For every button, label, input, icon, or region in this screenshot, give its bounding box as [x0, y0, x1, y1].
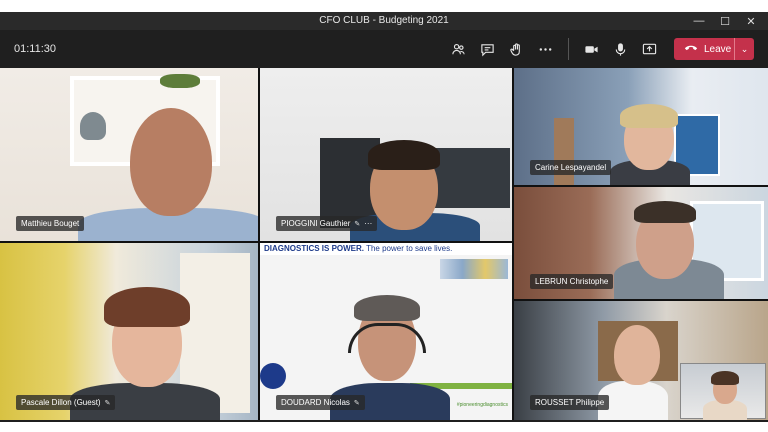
participant-name: LEBRUN Christophe: [535, 277, 609, 286]
participant-name-tag: Matthieu Bouget: [16, 216, 85, 231]
participant-name: DOUDARD Nicolas: [281, 398, 350, 407]
video-tile[interactable]: DIAGNOSTICS IS POWER. The power to save …: [260, 243, 512, 420]
participant-name-tag: DOUDARD Nicolas ✎: [276, 395, 365, 410]
video-tile[interactable]: Matthieu Bouget: [0, 68, 258, 241]
close-button[interactable]: ✕: [738, 12, 764, 30]
video-tile[interactable]: ROUSSET Philippe: [514, 301, 768, 420]
meeting-toolbar: 01:11:30 Leave ⌄: [0, 30, 768, 68]
teams-window: CFO CLUB - Budgeting 2021 — ☐ ✕ 01:11:30: [0, 12, 768, 422]
chat-icon[interactable]: [473, 36, 502, 62]
toolbar-divider: [568, 38, 569, 60]
maximize-button[interactable]: ☐: [712, 12, 738, 30]
video-tile[interactable]: Carine Lespayandel: [514, 68, 768, 185]
leave-main[interactable]: Leave: [674, 38, 734, 60]
window-title: CFO CLUB - Budgeting 2021: [319, 15, 449, 26]
leave-label: Leave: [704, 43, 732, 55]
participants-icon[interactable]: [444, 36, 473, 62]
video-background: [0, 243, 258, 420]
person-hair: [620, 104, 678, 128]
raise-hand-icon[interactable]: [502, 36, 531, 62]
meeting-timer: 01:11:30: [14, 43, 57, 55]
minimize-button[interactable]: —: [686, 12, 712, 30]
person-head: [614, 325, 660, 385]
share-screen-icon[interactable]: [635, 36, 664, 62]
video-tile[interactable]: LEBRUN Christophe: [514, 187, 768, 299]
camera-icon[interactable]: [577, 36, 606, 62]
video-background: DIAGNOSTICS IS POWER. The power to save …: [260, 243, 512, 420]
participant-name: Carine Lespayandel: [535, 163, 607, 172]
shelf-plant: [160, 74, 200, 88]
shared-banner: DIAGNOSTICS IS POWER. The power to save …: [260, 243, 512, 255]
video-grid: Matthieu Bouget PIOGGINI Gauthier ✎ ···: [0, 68, 768, 420]
more-options-icon[interactable]: [531, 36, 560, 62]
mic-muted-icon: ✎: [354, 220, 361, 228]
participant-name-tag: PIOGGINI Gauthier ✎ ···: [276, 216, 378, 231]
person-hair: [104, 287, 190, 327]
participant-name-tag: Pascale Dillon (Guest) ✎: [16, 395, 116, 410]
participant-name: Pascale Dillon (Guest): [21, 398, 101, 407]
banner-hashtag: #pioneeringdiagnostics: [456, 402, 508, 408]
person-hair: [634, 201, 696, 223]
hang-up-icon: [684, 43, 698, 55]
person-hair: [354, 295, 420, 321]
participant-name: ROUSSET Philippe: [535, 398, 605, 407]
shelf-vase: [80, 112, 106, 140]
participant-more-icon[interactable]: ···: [364, 219, 372, 228]
video-tile[interactable]: PIOGGINI Gauthier ✎ ···: [260, 68, 512, 241]
dark-cabinet: [430, 148, 510, 208]
meeting-controls: Leave ⌄: [444, 36, 754, 62]
title-bar: CFO CLUB - Budgeting 2021 — ☐ ✕: [0, 12, 768, 30]
mic-muted-icon: ✎: [353, 399, 360, 407]
microphone-icon[interactable]: [606, 36, 635, 62]
person-head: [130, 108, 212, 216]
window-controls: — ☐ ✕: [686, 12, 764, 30]
person-hair: [368, 140, 440, 170]
video-tile[interactable]: Pascale Dillon (Guest) ✎: [0, 243, 258, 420]
self-view-hair: [711, 371, 739, 385]
mic-muted-icon: ✎: [104, 399, 111, 407]
leave-button[interactable]: Leave ⌄: [674, 38, 754, 60]
banner-graphic: [440, 259, 508, 279]
banner-subline: The power to save lives.: [364, 244, 453, 253]
company-logo: [260, 363, 286, 389]
participant-name: PIOGGINI Gauthier: [281, 219, 351, 228]
participant-name-tag: LEBRUN Christophe: [530, 274, 614, 289]
self-view-tile[interactable]: [680, 363, 766, 420]
participant-name-tag: Carine Lespayandel: [530, 160, 612, 175]
leave-options-chevron-icon[interactable]: ⌄: [734, 38, 754, 60]
participant-name-tag: ROUSSET Philippe: [530, 395, 610, 410]
participant-name: Matthieu Bouget: [21, 219, 80, 228]
banner-headline: DIAGNOSTICS IS POWER.: [264, 244, 365, 253]
